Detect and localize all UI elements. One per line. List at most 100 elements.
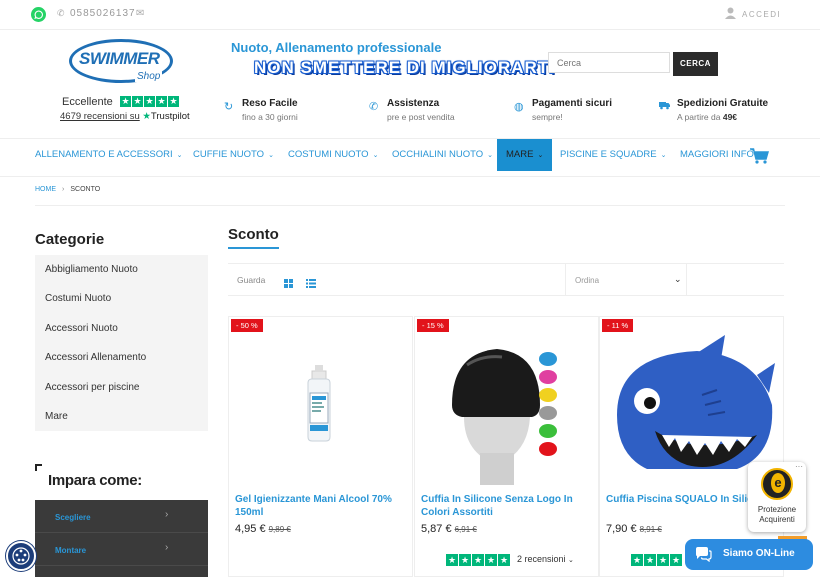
trustpilot-star-icon: ★ xyxy=(142,111,151,122)
phone-icon: ✆ xyxy=(369,101,379,113)
chat-bubble-icon xyxy=(695,547,712,567)
product-name[interactable]: Cuffia Piscina SQUALO In Silicone xyxy=(606,493,754,506)
feature-subtitle: fino a 30 giorni xyxy=(242,112,298,122)
logo-text: SWIMMER xyxy=(79,49,160,68)
product-card[interactable]: - 15 % Cuffia In Silicone Senza Logo In … xyxy=(414,316,599,577)
feature-subtitle: A partire da 49€ xyxy=(677,112,737,122)
mail-icon[interactable]: ✉ xyxy=(136,8,144,19)
page-title: Sconto xyxy=(228,226,279,243)
main-nav: ALLENAMENTO E ACCESSORI ⌄ CUFFIE NUOTO ⌄ C… xyxy=(0,138,820,177)
product-price: 7,90 €8,91 € xyxy=(606,523,662,535)
whatsapp-icon[interactable] xyxy=(31,7,46,22)
learn-item-label: Scegliere xyxy=(55,513,91,522)
list-view-icon[interactable] xyxy=(306,275,316,293)
nav-item-maggiori-info[interactable]: MAGGIORI INFO xyxy=(680,139,754,171)
learn-item-montare[interactable]: Montare › xyxy=(35,533,208,566)
trusted-shops-badge[interactable]: ··· e Protezione Acquirenti xyxy=(748,462,806,532)
search-input[interactable] xyxy=(548,52,670,73)
star-icon: ★ xyxy=(657,554,669,566)
star-icon: ★ xyxy=(446,554,458,566)
category-item[interactable]: Accessori per piscine xyxy=(35,373,208,402)
star-icon: ★ xyxy=(156,96,167,107)
cart-icon[interactable] xyxy=(750,148,769,169)
breadcrumb: HOME › SCONTO xyxy=(35,186,100,193)
feature-subtitle-prefix: A partire da xyxy=(677,112,723,122)
chevron-right-icon: › xyxy=(62,186,65,193)
nav-item-piscine[interactable]: PISCINE E SQUADRE ⌄ xyxy=(560,139,666,171)
product-price: 4,95 €9,89 € xyxy=(235,523,291,535)
feature-title: Spedizioni Gratuite xyxy=(677,98,769,109)
trustpilot-reviews[interactable]: 4679 recensioni su ★Trustpilot xyxy=(60,111,190,122)
more-icon[interactable]: ··· xyxy=(795,462,803,471)
learn-item-scegliere[interactable]: Scegliere › xyxy=(35,500,208,533)
breadcrumb-current: SCONTO xyxy=(70,186,101,193)
product-name[interactable]: Cuffia In Silicone Senza Logo In Colori … xyxy=(421,493,591,519)
nav-item-occhialini[interactable]: OCCHIALINI NUOTO ⌄ xyxy=(392,139,493,171)
star-icon: ★ xyxy=(472,554,484,566)
product-name[interactable]: Gel Igienizzante Mani Alcool 70% 150ml xyxy=(235,493,405,519)
nav-item-allenamento[interactable]: ALLENAMENTO E ACCESSORI ⌄ xyxy=(35,139,183,171)
current-price: 4,95 € xyxy=(235,523,266,535)
rating-label: Eccellente xyxy=(62,96,113,108)
chevron-down-icon: ⌄ xyxy=(674,274,682,284)
star-icon: ★ xyxy=(168,96,179,107)
login-link[interactable]: ACCEDI xyxy=(742,10,781,19)
nav-item-label: ALLENAMENTO E ACCESSORI xyxy=(35,149,173,160)
category-item[interactable]: Abbigliamento Nuoto xyxy=(35,255,208,284)
trusted-label: Protezione Acquirenti xyxy=(757,505,797,524)
star-icon: ★ xyxy=(132,96,143,107)
star-icon: ★ xyxy=(498,554,510,566)
breadcrumb-home[interactable]: HOME xyxy=(35,186,56,193)
nav-item-costumi[interactable]: COSTUMI NUOTO ⌄ xyxy=(288,139,378,171)
categories-list: Abbigliamento Nuoto Costumi Nuoto Access… xyxy=(35,255,208,431)
nav-item-label: MAGGIORI INFO xyxy=(680,149,754,160)
shield-icon: ◍ xyxy=(514,101,524,113)
product-image-hand-sanitizer[interactable] xyxy=(236,335,406,485)
swimmer-shop-logo[interactable]: SWIMMER Shop xyxy=(69,39,175,87)
current-price: 5,87 € xyxy=(421,523,452,535)
user-icon[interactable] xyxy=(725,6,736,24)
title-underline xyxy=(228,247,279,249)
divider xyxy=(35,205,785,206)
product-card[interactable]: - 50 % Gel Igienizzante Mani Alcool 70% … xyxy=(228,316,413,577)
live-chat-button[interactable]: Siamo ON-Line xyxy=(685,539,813,570)
refresh-icon: ↻ xyxy=(224,101,234,113)
category-item[interactable]: Accessori Nuoto xyxy=(35,314,208,343)
discount-badge: - 50 % xyxy=(231,319,263,332)
chevron-down-icon: ⌄ xyxy=(487,152,494,159)
phone-icon: ✆ xyxy=(57,8,65,18)
nav-item-label: OCCHIALINI NUOTO xyxy=(392,149,484,160)
product-image-silicone-cap[interactable] xyxy=(422,335,592,485)
star-icon: ★ xyxy=(485,554,497,566)
sort-select[interactable]: Ordina ⌄ xyxy=(565,264,687,296)
nav-item-label: COSTUMI NUOTO xyxy=(288,149,369,160)
star-icon: ★ xyxy=(459,554,471,566)
category-item[interactable]: Costumi Nuoto xyxy=(35,284,208,313)
chevron-down-icon: ⌄ xyxy=(660,152,667,159)
phone-number[interactable]: 0585026137 xyxy=(70,8,136,19)
review-stars: ★ ★ ★ ★ ★ xyxy=(446,554,510,566)
chevron-down-icon: ⌄ xyxy=(568,557,574,564)
learn-menu: Scegliere › Montare › xyxy=(35,500,208,577)
nav-item-label: CUFFIE NUOTO xyxy=(193,149,265,160)
decorative-bracket xyxy=(35,464,42,471)
grid-view-icon[interactable] xyxy=(284,275,293,293)
review-stars: ★ ★ ★ ★ xyxy=(631,554,682,566)
top-bar: ✆ 0585026137 ✉ ACCEDI xyxy=(0,0,820,30)
accessibility-button[interactable] xyxy=(6,541,36,571)
nav-item-cuffie[interactable]: CUFFIE NUOTO ⌄ xyxy=(193,139,274,171)
reviews-count[interactable]: 4679 recensioni su xyxy=(60,111,140,122)
chat-label: Siamo ON-Line xyxy=(723,548,795,559)
learn-title: Impara come: xyxy=(48,472,142,489)
category-item[interactable]: Mare xyxy=(35,402,208,431)
feature-title: Assistenza xyxy=(387,98,440,109)
product-toolbar: Guarda Ordina ⌄ xyxy=(228,264,784,296)
search-button[interactable]: CERCA xyxy=(673,52,718,76)
nav-item-label: PISCINE E SQUADRE xyxy=(560,149,657,160)
product-card[interactable]: - 11 % Cuffia Piscina SQUALO In Silicone… xyxy=(599,316,784,577)
nav-item-mare[interactable]: MARE ⌄ xyxy=(497,139,553,171)
tagline-secondary: NON SMETTERE DI MIGLIORARTI xyxy=(254,58,555,77)
category-item[interactable]: Accessori Allenamento xyxy=(35,343,208,372)
view-label: Guarda xyxy=(237,275,266,285)
review-count[interactable]: 2 recensioni ⌄ xyxy=(517,554,574,564)
